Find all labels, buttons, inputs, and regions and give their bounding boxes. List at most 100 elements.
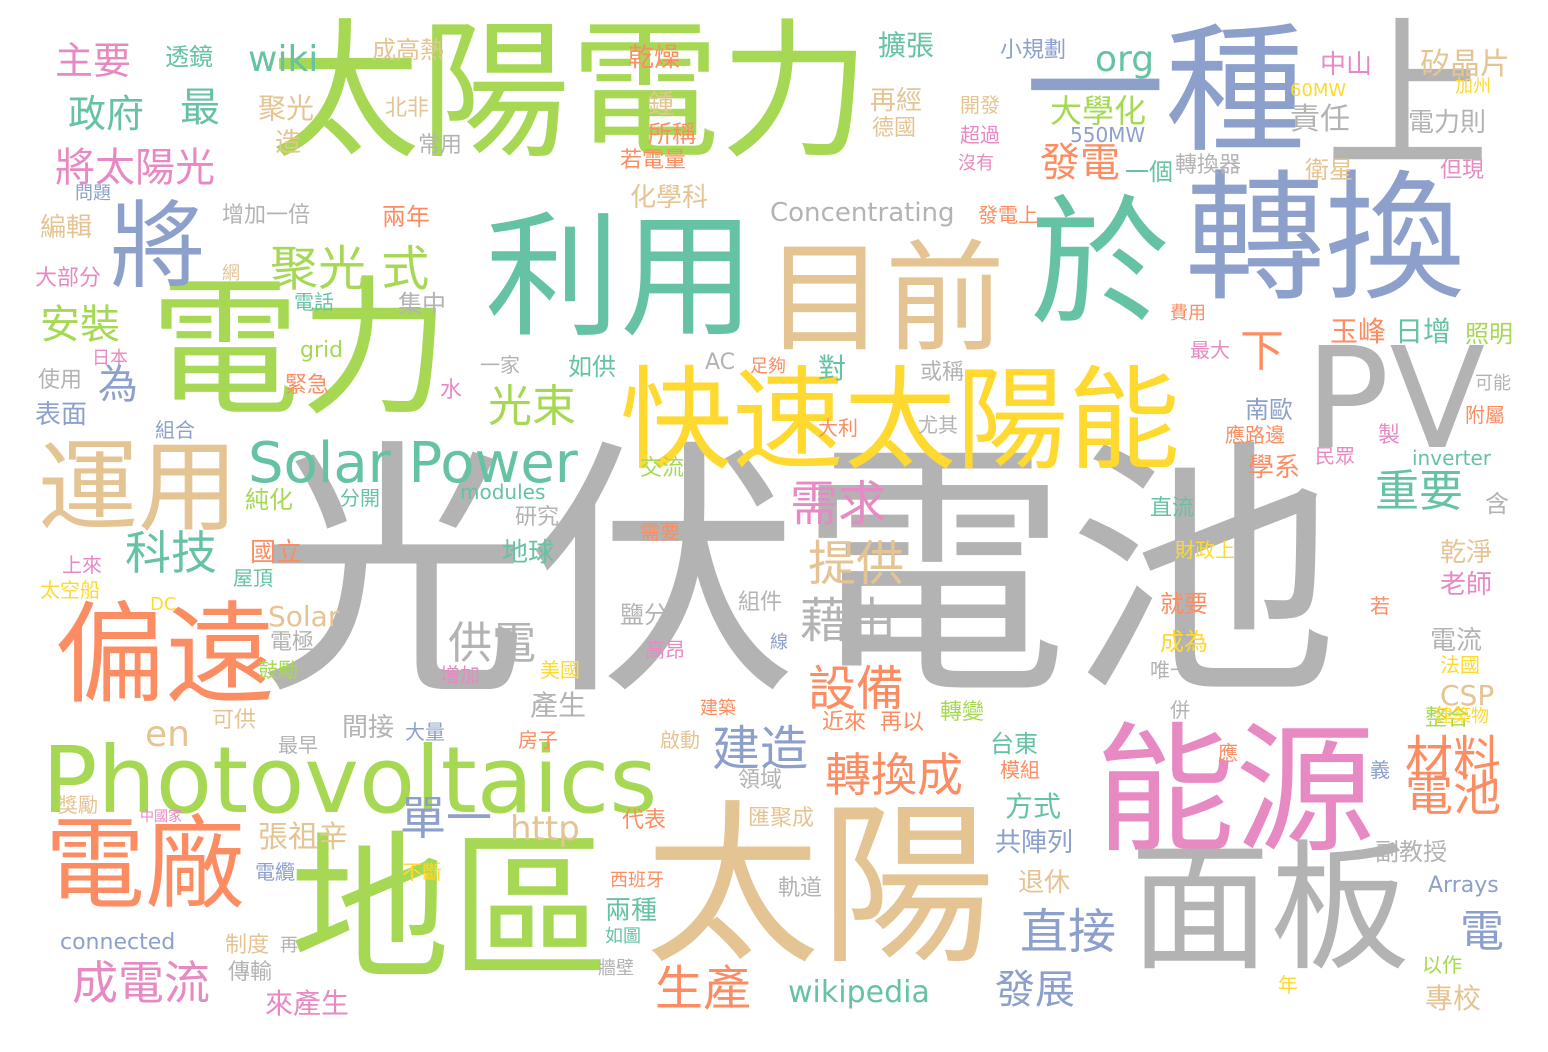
cloud-word: 北非 xyxy=(385,96,430,121)
cloud-word: 或稱 xyxy=(920,360,965,385)
cloud-word: 大利 xyxy=(818,416,858,440)
cloud-word: 於 xyxy=(1030,183,1171,346)
cloud-word: 模組 xyxy=(1000,758,1040,782)
cloud-word: 電廠 xyxy=(45,806,245,923)
cloud-word: 再以 xyxy=(880,710,925,735)
cloud-word: inverter xyxy=(1412,446,1491,470)
cloud-word: 大部分 xyxy=(35,266,102,291)
cloud-word: 應路邊 xyxy=(1225,423,1285,447)
cloud-word: 增加 xyxy=(440,663,480,687)
cloud-word: 建築物 xyxy=(1435,706,1489,727)
cloud-word: 民眾 xyxy=(1315,444,1355,468)
cloud-word: 轉換 xyxy=(1185,158,1466,321)
cloud-word: 美國 xyxy=(540,658,580,682)
cloud-word: 交流 xyxy=(640,456,685,481)
cloud-word: 利用 xyxy=(485,199,755,356)
cloud-word: 附屬 xyxy=(1465,403,1505,427)
cloud-word: 直流 xyxy=(1150,496,1195,521)
cloud-word: 運用 xyxy=(38,429,238,546)
cloud-word: 法國 xyxy=(1440,653,1480,677)
cloud-word: 應 xyxy=(1218,741,1238,765)
cloud-word: 建造 xyxy=(712,721,809,777)
cloud-word: 藉由 xyxy=(800,593,897,649)
cloud-word: 但現 xyxy=(1440,158,1485,183)
cloud-word: 發電上 xyxy=(978,203,1038,227)
cloud-word: 小規劃 xyxy=(1000,38,1067,63)
cloud-word: 集中 xyxy=(398,290,446,318)
cloud-word: Solar xyxy=(268,600,340,633)
cloud-word: 匯聚成 xyxy=(748,806,815,831)
cloud-word: 南歐 xyxy=(1245,396,1293,424)
cloud-word: 如供 xyxy=(568,353,616,381)
cloud-word: 間接 xyxy=(342,713,395,743)
cloud-word: 為 xyxy=(98,362,138,408)
cloud-word: 提供 xyxy=(808,536,905,592)
cloud-word: 費用 xyxy=(1170,303,1206,324)
cloud-word: 發展 xyxy=(995,967,1075,1013)
cloud-word: 下 xyxy=(1240,326,1284,377)
cloud-word: 責任 xyxy=(1290,102,1350,137)
cloud-word: 安裝 xyxy=(40,302,120,348)
cloud-word: DC xyxy=(150,594,177,615)
cloud-word: 地球 xyxy=(502,538,555,568)
cloud-word: 近來 xyxy=(822,710,867,735)
cloud-word: 轉換成 xyxy=(825,748,963,802)
cloud-word: 來產生 xyxy=(265,987,350,1020)
cloud-word: 重要 xyxy=(1375,466,1463,517)
cloud-word: 就要 xyxy=(1160,590,1208,618)
cloud-word: 鹽分 xyxy=(620,601,668,629)
cloud-word: http xyxy=(510,809,580,849)
cloud-word: wikipedia xyxy=(788,975,930,1010)
cloud-word: 可能 xyxy=(1475,373,1511,394)
cloud-word: 科技 xyxy=(125,526,217,580)
cloud-word: en xyxy=(145,714,190,755)
cloud-word: 組合 xyxy=(155,418,195,442)
cloud-word: 成電流 xyxy=(72,956,210,1010)
cloud-word: 年 xyxy=(1278,973,1298,997)
cloud-word: 含 xyxy=(1485,490,1509,518)
cloud-word: 轉換器 xyxy=(1175,153,1242,178)
cloud-word: 退休 xyxy=(1018,868,1071,898)
cloud-word: 組件 xyxy=(738,590,783,615)
cloud-word: 純化 xyxy=(245,486,293,514)
cloud-word: 所稱 xyxy=(648,120,696,148)
cloud-word: 鼓勵 xyxy=(258,658,298,682)
cloud-word: 房子 xyxy=(518,728,558,752)
cloud-word: 60MW xyxy=(1290,80,1347,101)
cloud-word: 台東 xyxy=(990,730,1038,758)
cloud-word: 太陽電力 xyxy=(270,6,871,180)
cloud-word: 兩年 xyxy=(382,203,430,231)
cloud-word: 中國家 xyxy=(140,809,182,825)
cloud-word: 最早 xyxy=(278,733,318,757)
cloud-word: 線 xyxy=(770,632,788,653)
cloud-word: Concentrating xyxy=(770,198,955,228)
cloud-word: 併 xyxy=(1170,698,1190,722)
cloud-word: 電流 xyxy=(1430,626,1483,656)
cloud-word: 表面 xyxy=(35,400,88,430)
cloud-word: 電話 xyxy=(294,290,334,314)
cloud-word: 擴張 xyxy=(878,29,935,62)
cloud-word: 造 xyxy=(275,128,302,158)
cloud-word: 水 xyxy=(440,378,463,403)
cloud-word: 開發 xyxy=(960,93,1000,117)
cloud-word: connected xyxy=(60,930,176,955)
cloud-word: 產生 xyxy=(530,689,587,722)
cloud-word: 乾燥 xyxy=(628,43,681,73)
cloud-word: 成高熱 xyxy=(372,36,444,64)
cloud-word: 編輯 xyxy=(40,213,93,243)
cloud-word: 一個 xyxy=(1125,158,1173,186)
cloud-word: 專校 xyxy=(1425,982,1482,1015)
cloud-word: 大量 xyxy=(405,720,445,744)
cloud-word: 透鏡 xyxy=(165,43,213,71)
cloud-word: 快速太陽能 xyxy=(620,356,1180,486)
cloud-word: 發電 xyxy=(1040,140,1120,186)
cloud-word: 啟動 xyxy=(660,728,700,752)
cloud-word: 不斷 xyxy=(402,860,442,884)
cloud-word: 獎勵 xyxy=(58,793,98,817)
cloud-word: 光束 xyxy=(488,381,576,432)
cloud-word: 沒有 xyxy=(958,153,994,174)
cloud-word: 如圖 xyxy=(605,926,641,947)
cloud-word: 鍾 xyxy=(648,90,675,120)
cloud-word: 問題 xyxy=(75,183,111,204)
cloud-word: 老師 xyxy=(1440,570,1493,600)
